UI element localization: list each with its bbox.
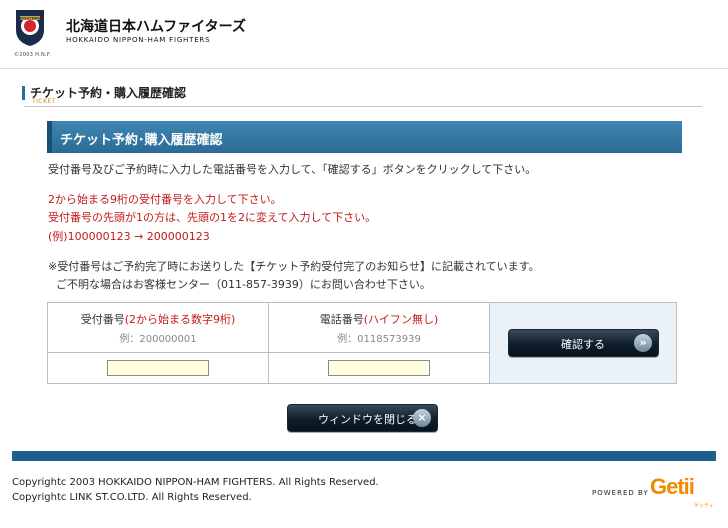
receipt-input-cell — [47, 352, 269, 384]
phone-number-input[interactable] — [328, 360, 430, 376]
close-window-button[interactable]: ウィンドウを閉じる × — [287, 404, 438, 432]
title-divider — [24, 106, 702, 107]
double-chevron-right-icon: » — [634, 334, 652, 352]
site-header: FIGHTERS ©2003 H.N.F. 北海道日本ハムファイターズ HOKK… — [0, 0, 728, 68]
phone-label-cell: 電話番号(ハイフン無し) 例：0118573939 — [268, 302, 490, 353]
brand-name-jp: 北海道日本ハムファイターズ — [66, 19, 246, 35]
footer-bar — [12, 451, 716, 461]
header-divider — [0, 68, 728, 69]
receipt-label-cell: 受付番号(2から始まる数字9桁) 例：200000001 — [47, 302, 269, 353]
powered-by-label: POWERED BY — [592, 489, 649, 497]
confirm-button-label: 確認する — [561, 338, 605, 351]
logo-copyright: ©2003 H.N.F. — [14, 52, 52, 58]
receipt-label: 受付番号(2から始まる数字9桁) — [48, 311, 268, 327]
page-title-bar: チケット予約・購入履歴確認 TICKET — [22, 84, 702, 108]
title-accent-bar — [22, 86, 25, 100]
receipt-label-text: 受付番号 — [80, 312, 125, 326]
getii-logo-jp: ゲッティ — [694, 503, 714, 509]
brand-name-en: HOKKAIDO NIPPON-HAM FIGHTERS — [66, 36, 211, 44]
footer-copyright-2: Copyrightc LINK ST.CO.LTD. All Rights Re… — [12, 492, 252, 503]
warning-line-2: 受付番号の先頭が1の方は、先頭の1を2に変えて入力して下さい。 — [48, 211, 377, 224]
phone-input-cell — [268, 352, 490, 384]
warning-line-1: 2から始まる9桁の受付番号を入力して下さい。 — [48, 193, 282, 206]
phone-label-text: 電話番号 — [319, 312, 364, 326]
close-icon: × — [413, 409, 431, 427]
section-banner: チケット予約･購入履歴確認 — [47, 121, 682, 153]
fighters-logo[interactable]: FIGHTERS — [12, 4, 48, 48]
note-line-2: ご不明な場合はお客様センター（011-857-3939）にお問い合わせ下さい。 — [56, 278, 431, 291]
svg-text:FIGHTERS: FIGHTERS — [20, 16, 41, 21]
phone-label: 電話番号(ハイフン無し) — [269, 311, 489, 327]
receipt-number-input[interactable] — [107, 360, 209, 376]
receipt-label-note: (2から始まる数字9桁) — [124, 312, 236, 326]
phone-example: 例：0118573939 — [337, 333, 421, 345]
phone-label-note: (ハイフン無し) — [363, 312, 439, 326]
warning-example: (例)100000123 → 200000123 — [48, 230, 210, 243]
note-line-1: ※受付番号はご予約完了時にお送りした【チケット予約受付完了のお知らせ】に記載され… — [48, 260, 540, 273]
getii-logo[interactable]: Getii — [650, 474, 695, 500]
footer-copyright-1: Copyrightc 2003 HOKKAIDO NIPPON-HAM FIGH… — [12, 477, 379, 488]
section-title: チケット予約･購入履歴確認 — [60, 133, 223, 148]
receipt-example: 例：200000001 — [119, 333, 197, 345]
page-subtitle: TICKET — [32, 98, 57, 105]
confirm-button[interactable]: 確認する » — [508, 329, 659, 357]
instruction-text: 受付番号及びご予約時に入力した電話番号を入力して、「確認する」ボタンをクリックし… — [48, 163, 537, 176]
close-window-label: ウィンドウを閉じる — [318, 413, 417, 426]
